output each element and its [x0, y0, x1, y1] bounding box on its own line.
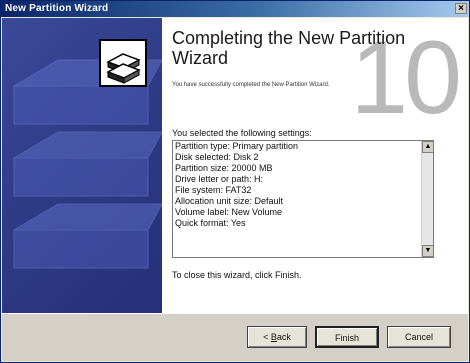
back-button[interactable]: < Back	[247, 326, 307, 348]
wizard-content-area: 10 Completing the New Partition Wizard Y…	[162, 18, 468, 313]
settings-line: Partition size: 20000 MB	[175, 163, 273, 173]
window-title: New Partition Wizard	[5, 3, 109, 14]
close-icon: ×	[458, 3, 464, 14]
scroll-up-button[interactable]: ▲	[422, 141, 433, 153]
settings-line: Drive letter or path: H:	[175, 174, 264, 184]
settings-line: Disk selected: Disk 2	[175, 152, 259, 162]
settings-line: File system: FAT32	[175, 185, 252, 195]
settings-line: Quick format: Yes	[175, 218, 246, 228]
close-button[interactable]: ×	[455, 3, 467, 14]
settings-line: Allocation unit size: Default	[175, 196, 284, 206]
settings-line: Partition type: Primary partition	[175, 141, 299, 151]
close-instruction: To close this wizard, click Finish.	[172, 270, 302, 280]
back-button-prefix: <	[263, 332, 271, 342]
selected-settings-label: You selected the following settings:	[172, 128, 312, 138]
scroll-down-button[interactable]: ▼	[422, 245, 433, 257]
disk-stack-wizard-icon	[99, 39, 147, 87]
wizard-side-panel	[2, 18, 162, 313]
wizard-side-graphic	[12, 39, 162, 269]
new-partition-wizard-window: New Partition Wizard × 10 Completing the…	[0, 0, 470, 363]
settings-line: Volume label: New Volume	[175, 207, 283, 217]
finish-button[interactable]: Finish	[315, 326, 379, 348]
settings-scrollbar[interactable]: ▲ ▼	[421, 141, 433, 257]
cancel-button[interactable]: Cancel	[387, 326, 451, 348]
scroll-down-arrow-icon: ▼	[424, 247, 432, 254]
back-button-label-rest: ack	[276, 332, 291, 342]
wizard-footer: < Back Finish Cancel	[2, 313, 468, 361]
settings-list: Partition type: Primary partition Disk s…	[175, 141, 419, 257]
scroll-up-arrow-icon: ▲	[424, 143, 432, 150]
settings-summary-box[interactable]: Partition type: Primary partition Disk s…	[172, 140, 434, 258]
title-bar: New Partition Wizard ×	[1, 1, 469, 17]
page-title: Completing the New Partition Wizard	[172, 28, 406, 68]
success-message: You have successfully completed the New …	[172, 82, 330, 88]
disk-stack-graphic	[12, 59, 162, 269]
